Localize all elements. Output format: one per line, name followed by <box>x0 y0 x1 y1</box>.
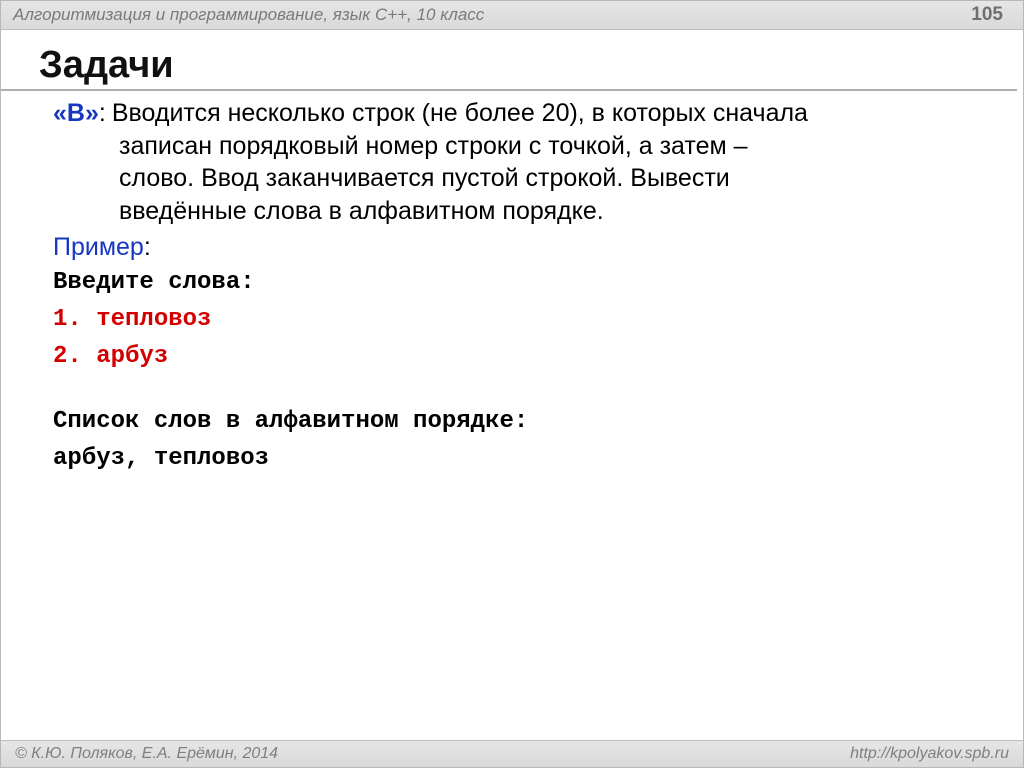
footer-bar: © К.Ю. Поляков, Е.А. Ерёмин, 2014 http:/… <box>1 740 1023 767</box>
example-input-2: 2. арбуз <box>53 338 985 375</box>
task-line-4: введённые слова в алфавитном порядке. <box>53 195 985 228</box>
slide: Алгоритмизация и программирование, язык … <box>0 0 1024 768</box>
task-line-1: Вводится несколько строк (не более 20), … <box>112 97 985 130</box>
example-label: Пример <box>53 233 144 261</box>
slide-title: Задачи <box>1 30 1017 91</box>
example-result: арбуз, тепловоз <box>53 440 985 477</box>
example-result-label: Список слов в алфавитном порядке: <box>53 403 985 440</box>
header-bar: Алгоритмизация и программирование, язык … <box>1 1 1023 30</box>
example-colon: : <box>144 233 151 261</box>
task-line-3: слово. Ввод заканчивается пустой строкой… <box>53 162 985 195</box>
task-line-2: записан порядковый номер строки с точкой… <box>53 130 985 163</box>
task-colon: : <box>99 97 106 130</box>
blank-line <box>53 375 985 403</box>
slide-content: «B»: Вводится несколько строк (не более … <box>1 93 1023 477</box>
course-title: Алгоритмизация и программирование, язык … <box>13 5 484 25</box>
task-first-line: «B»: Вводится несколько строк (не более … <box>53 97 985 130</box>
example-prompt: Введите слова: <box>53 264 985 301</box>
example-label-row: Пример: <box>53 231 985 264</box>
task-label: «B» <box>53 97 99 130</box>
footer-copyright: © К.Ю. Поляков, Е.А. Ерёмин, 2014 <box>15 745 278 763</box>
example-input-1: 1. тепловоз <box>53 301 985 338</box>
footer-url: http://kpolyakov.spb.ru <box>850 745 1009 763</box>
page-number: 105 <box>971 4 1003 26</box>
